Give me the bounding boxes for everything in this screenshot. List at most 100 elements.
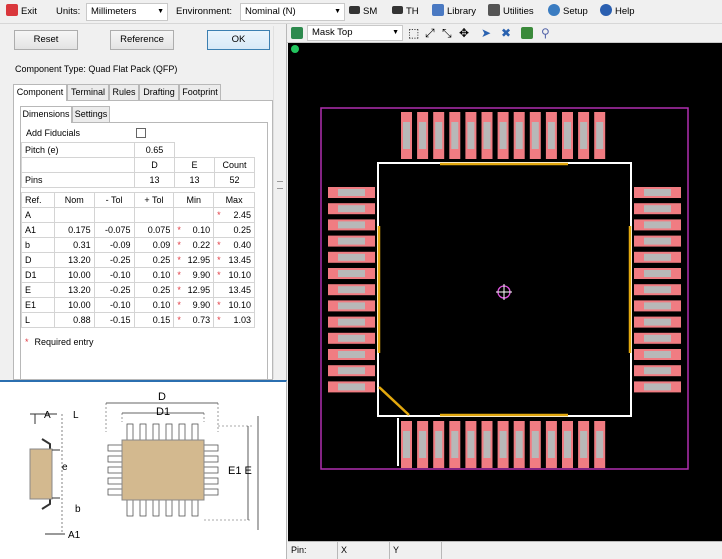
ok-button[interactable]: OK [207, 30, 270, 50]
link-icon[interactable]: ⚲ [541, 25, 550, 41]
table-row: D 13.20 -0.25 0.25 * 12.95 * 13.45 [21, 252, 255, 268]
pad-label [338, 318, 365, 326]
column-header-nom: Nom [53, 192, 95, 208]
layer-stack-icon[interactable] [521, 27, 533, 39]
library-label: Library [447, 6, 477, 17]
dims-nom-cell-value: 13.20 [68, 255, 91, 265]
tab-drafting[interactable]: Drafting [139, 84, 179, 100]
setup-button[interactable]: Setup [548, 4, 588, 20]
dims-minus-tol-cell[interactable]: -0.10 [93, 267, 135, 283]
dims-plus-tol-cell[interactable]: 0.09 [133, 237, 175, 253]
tab-dimensions[interactable]: Dimensions [20, 106, 72, 123]
layer-select[interactable]: Mask Top ▼ [307, 25, 403, 41]
lead [126, 499, 134, 517]
pad-label [451, 431, 459, 458]
add-fiducials-checkbox[interactable] [136, 128, 146, 138]
diagram-label-e: e [62, 462, 68, 473]
pad-label [596, 122, 604, 149]
dims-nom-cell-value: 0.175 [68, 225, 91, 235]
required-asterisk-icon: * [177, 255, 181, 265]
dims-minus-tol-cell[interactable]: -0.25 [93, 252, 135, 268]
dims-plus-tol-cell-value: 0.10 [152, 270, 171, 280]
pitch-value[interactable]: 0.65 [134, 142, 175, 158]
dims-min-cell-value: 9.90 [192, 300, 211, 310]
select-pointer-icon[interactable]: ⬚ [408, 25, 419, 41]
pad-label [596, 431, 604, 458]
dims-nom-cell[interactable]: 0.88 [53, 312, 95, 328]
left-panel-scrollbar[interactable] [273, 26, 286, 379]
units-value: Millimeters [91, 6, 137, 17]
dims-minus-tol-cell[interactable]: -0.15 [93, 312, 135, 328]
pad-label [403, 122, 410, 149]
dims-nom-cell[interactable] [53, 207, 95, 223]
pins-d-value[interactable]: 13 [134, 172, 175, 188]
diagram-label-a1: A1 [68, 530, 81, 541]
pad-label [564, 122, 571, 149]
dims-nom-cell[interactable]: 10.00 [53, 267, 95, 283]
dims-minus-tol-cell[interactable]: -0.25 [93, 282, 135, 298]
tools-icon[interactable]: ✖ [501, 25, 511, 41]
dims-nom-cell[interactable]: 13.20 [53, 252, 95, 268]
pad-label [338, 367, 365, 375]
dims-max-cell-value: 0.40 [233, 240, 251, 250]
tab-component[interactable]: Component [13, 84, 67, 101]
dims-minus-tol-cell[interactable]: -0.10 [93, 297, 135, 313]
reset-button[interactable]: Reset [14, 30, 78, 50]
th-button[interactable]: TH [392, 4, 419, 20]
dims-max-cell-value: 2.45 [233, 210, 251, 220]
dims-plus-tol-cell-value: 0.15 [152, 315, 171, 325]
dims-plus-tol-cell[interactable]: 0.25 [133, 282, 175, 298]
exit-button[interactable]: Exit [6, 4, 37, 20]
units-select[interactable]: Millimeters ▼ [86, 3, 168, 21]
tab-terminal[interactable]: Terminal [67, 84, 109, 100]
pad-label [338, 221, 365, 229]
dims-max-cell: * 2.45 [213, 207, 255, 223]
status-pin: Pin: [288, 542, 338, 559]
footprint-canvas[interactable] [288, 43, 722, 541]
dims-nom-cell[interactable]: 10.00 [53, 297, 95, 313]
dims-ref-cell: D [21, 252, 55, 268]
dims-min-cell: * 12.95 [173, 282, 215, 298]
pad-label [338, 270, 365, 277]
zoom-extents-icon[interactable]: ⤢ [425, 25, 435, 41]
dims-minus-tol-cell[interactable]: -0.09 [93, 237, 135, 253]
lead [152, 423, 160, 441]
lead [107, 466, 123, 474]
table-row: L 0.88 -0.15 0.15 * 0.73 * 1.03 [21, 312, 255, 328]
dims-plus-tol-cell[interactable]: 0.10 [133, 267, 175, 283]
sm-button[interactable]: SM [349, 4, 377, 20]
lead [165, 499, 173, 517]
dims-nom-cell[interactable]: 13.20 [53, 282, 95, 298]
utilities-button[interactable]: Utilities [488, 4, 534, 20]
environment-select[interactable]: Nominal (N) ▼ [240, 3, 345, 21]
dims-minus-tol-cell[interactable] [93, 207, 135, 223]
add-fiducials-label: Add Fiducials [26, 128, 81, 138]
dims-plus-tol-cell[interactable]: 0.075 [133, 222, 175, 238]
pad-label [338, 302, 365, 310]
dims-plus-tol-cell[interactable]: 0.25 [133, 252, 175, 268]
pan-icon[interactable]: ✥ [459, 25, 469, 41]
pad-label [338, 253, 365, 261]
dims-plus-tol-cell[interactable]: 0.15 [133, 312, 175, 328]
dims-nom-cell[interactable]: 0.31 [53, 237, 95, 253]
dims-nom-cell-value: 0.88 [73, 315, 91, 325]
dims-nom-cell[interactable]: 0.175 [53, 222, 95, 238]
tab-rules[interactable]: Rules [109, 84, 139, 100]
help-button[interactable]: Help [600, 4, 635, 20]
pad-label [419, 431, 427, 458]
zoom-window-icon[interactable]: ⤡ [442, 25, 452, 41]
dims-plus-tol-cell[interactable] [133, 207, 175, 223]
tab-settings[interactable]: Settings [72, 106, 110, 122]
pins-e-value[interactable]: 13 [174, 172, 215, 188]
chevron-down-icon: ▼ [392, 29, 399, 36]
library-button[interactable]: Library [432, 4, 476, 20]
dims-plus-tol-cell[interactable]: 0.10 [133, 297, 175, 313]
lead [152, 499, 160, 517]
sm-icon [349, 6, 360, 14]
measure-icon[interactable]: ➤ [481, 25, 491, 41]
pad-label [644, 334, 671, 342]
tab-footprint[interactable]: Footprint [179, 84, 221, 100]
pad-label [580, 122, 588, 149]
dims-minus-tol-cell[interactable]: -0.075 [93, 222, 135, 238]
reference-button[interactable]: Reference [110, 30, 174, 50]
